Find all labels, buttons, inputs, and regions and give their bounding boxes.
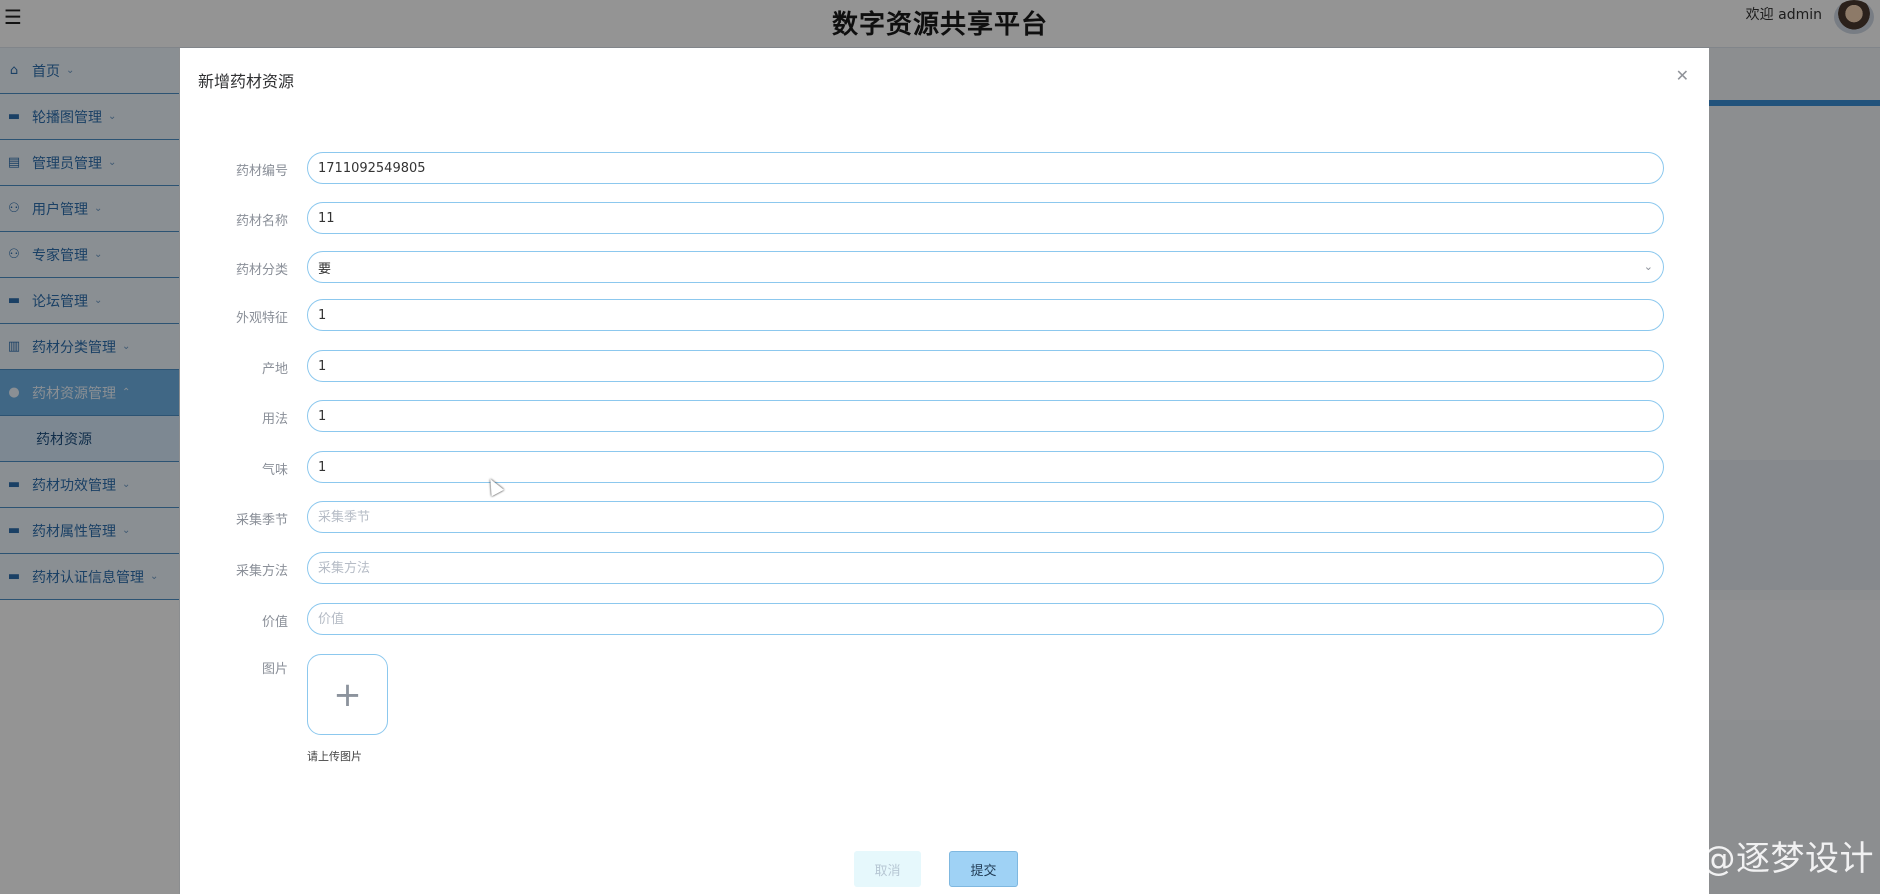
field-label: 药材名称 [235, 214, 288, 229]
field-label: 用法 [261, 412, 288, 427]
field-label: 产地 [261, 362, 288, 377]
form-row-herb-category: 药材分类 要 ⌄ [180, 251, 1709, 285]
herb-name-input[interactable] [307, 202, 1664, 234]
selected-value: 要 [318, 261, 332, 277]
field-label: 气味 [261, 463, 288, 478]
odor-input[interactable] [307, 451, 1664, 483]
plus-icon: + [333, 674, 362, 715]
harvest-method-input[interactable] [307, 552, 1664, 584]
close-icon[interactable]: ✕ [1676, 66, 1689, 85]
submit-button[interactable]: 提交 [949, 851, 1018, 887]
add-herb-resource-dialog: 新增药材资源 ✕ 药材编号 药材名称 药材分类 要 ⌄ 外观特征 产地 用法 气… [180, 48, 1709, 894]
herb-id-input[interactable] [307, 152, 1664, 184]
upload-hint: 请上传图片 [307, 750, 362, 763]
cancel-button[interactable]: 取消 [854, 851, 921, 887]
field-label: 药材分类 [235, 263, 288, 278]
appearance-input[interactable] [307, 299, 1664, 331]
watermark: CSDN @逐梦设计 [1591, 839, 1874, 879]
form-row-odor: 气味 [180, 451, 1709, 485]
form-row-value: 价值 [180, 603, 1709, 637]
form-row-appearance: 外观特征 [180, 299, 1709, 333]
form-row-usage: 用法 [180, 400, 1709, 434]
chevron-down-icon: ⌄ [1643, 260, 1653, 273]
harvest-season-input[interactable] [307, 501, 1664, 533]
form-row-origin: 产地 [180, 350, 1709, 384]
form-row-harvest-season: 采集季节 [180, 501, 1709, 535]
form-row-herb-name: 药材名称 [180, 202, 1709, 236]
dialog-title: 新增药材资源 [198, 72, 295, 91]
usage-input[interactable] [307, 400, 1664, 432]
field-label: 价值 [261, 615, 288, 630]
origin-input[interactable] [307, 350, 1664, 382]
field-label: 采集季节 [235, 513, 288, 528]
field-label: 图片 [261, 662, 288, 677]
field-label: 采集方法 [235, 564, 288, 579]
image-upload-button[interactable]: + [307, 654, 388, 735]
field-label: 药材编号 [235, 164, 288, 179]
field-label: 外观特征 [235, 311, 288, 326]
form-row-harvest-method: 采集方法 [180, 552, 1709, 586]
form-row-herb-id: 药材编号 [180, 152, 1709, 186]
value-input[interactable] [307, 603, 1664, 635]
herb-category-select[interactable]: 要 ⌄ [307, 251, 1664, 283]
